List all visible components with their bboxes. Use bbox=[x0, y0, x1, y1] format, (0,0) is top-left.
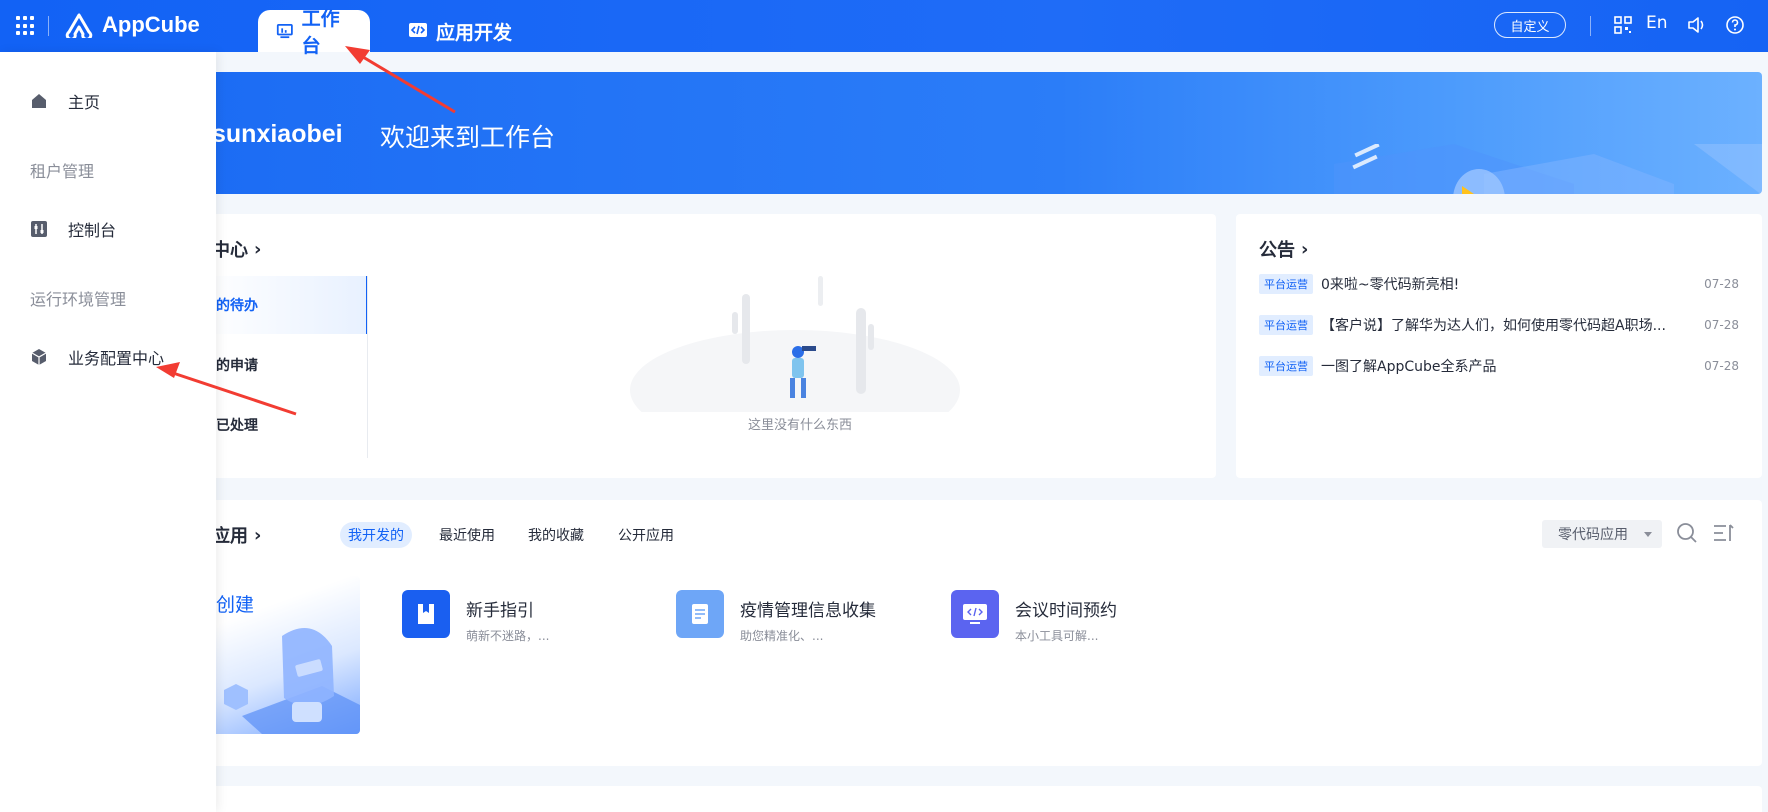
customize-button[interactable]: 自定义 bbox=[1494, 12, 1566, 38]
app-card[interactable]: 疫情管理信息收集 助您精准化、... bbox=[676, 590, 876, 644]
filter-favorites[interactable]: 我的收藏 bbox=[520, 522, 592, 548]
notice-tag: 平台运营 bbox=[1259, 356, 1313, 376]
notice-date: 07-28 bbox=[1704, 359, 1739, 373]
tab-label: 工作台 bbox=[301, 8, 340, 57]
filter-recent[interactable]: 最近使用 bbox=[431, 522, 503, 548]
app-description: 助您精准化、... bbox=[740, 629, 824, 643]
todo-tab-label: 的申请 bbox=[216, 358, 258, 374]
top-navigation-bar: AppCube 工作台 应用开发 自定义 En bbox=[0, 0, 1768, 57]
welcome-text: 欢迎来到工作台 bbox=[380, 123, 556, 152]
help-icon[interactable] bbox=[1724, 14, 1746, 36]
todo-tab-label: 的待办 bbox=[216, 298, 258, 314]
divider bbox=[48, 16, 49, 36]
notice-date: 07-28 bbox=[1704, 318, 1739, 332]
code-icon bbox=[409, 23, 427, 37]
notice-date: 07-28 bbox=[1704, 277, 1739, 291]
apps-title[interactable]: 应用 › bbox=[212, 522, 261, 548]
sidebar-group-tenant: 租户管理 bbox=[30, 162, 95, 181]
tab-app-development[interactable]: 应用开发 bbox=[390, 10, 530, 52]
app-cube-illustration bbox=[224, 628, 360, 734]
filter-my-developed[interactable]: 我开发的 bbox=[340, 522, 412, 548]
notice-title[interactable]: 公告 › bbox=[1259, 236, 1308, 262]
logo[interactable]: AppCube bbox=[64, 12, 200, 38]
divider bbox=[367, 276, 368, 458]
notice-item[interactable]: 平台运营 一图了解AppCube全系产品 07-28 bbox=[1259, 355, 1739, 377]
select-value: 零代码应用 bbox=[1558, 527, 1628, 543]
tab-workbench[interactable]: 工作台 bbox=[258, 8, 370, 57]
app-name: 新手指引 bbox=[466, 601, 534, 621]
tab-label: 应用开发 bbox=[436, 21, 513, 44]
chevron-right-icon: › bbox=[1301, 238, 1309, 260]
sidebar-item-label: 业务配置中心 bbox=[68, 349, 165, 368]
language-switch[interactable]: En bbox=[1646, 13, 1668, 33]
app-grid-icon[interactable] bbox=[16, 16, 36, 36]
sidebar-item-label: 主页 bbox=[68, 93, 101, 112]
notice-item-title: 一图了解AppCube全系产品 bbox=[1321, 359, 1497, 375]
app-type-select[interactable]: 零代码应用 bbox=[1542, 520, 1662, 548]
todo-center-title[interactable]: 中心 › bbox=[212, 236, 261, 262]
card-title-text: 中心 bbox=[212, 240, 248, 261]
app-name: 会议时间预约 bbox=[1015, 601, 1117, 621]
sound-icon[interactable] bbox=[1686, 14, 1708, 36]
qr-code-icon[interactable] bbox=[1612, 14, 1634, 36]
sidebar-item-business-config[interactable]: 业务配置中心 bbox=[0, 337, 216, 377]
notice-tag: 平台运营 bbox=[1259, 315, 1313, 335]
create-app-label: 创建 bbox=[216, 594, 255, 616]
sidebar-item-console[interactable]: 控制台 bbox=[0, 209, 216, 249]
banner-illustration bbox=[1334, 144, 1762, 194]
notice-item[interactable]: 平台运营 【客户说】了解华为达人们，如何使用零代码超A职场... 07-28 bbox=[1259, 314, 1739, 336]
username: sunxiaobei bbox=[212, 120, 343, 148]
dashboard-icon bbox=[276, 23, 293, 39]
app-description: 萌新不迷路，... bbox=[466, 629, 550, 643]
side-menu: 主页 租户管理 控制台 运行环境管理 业务配置中心 bbox=[0, 52, 216, 812]
form-app-icon bbox=[676, 590, 724, 638]
chevron-right-icon: › bbox=[254, 238, 262, 260]
divider bbox=[1590, 16, 1591, 36]
home-icon bbox=[32, 94, 46, 108]
empty-state-illustration bbox=[630, 276, 960, 412]
app-description: 本小工具可解... bbox=[1015, 629, 1099, 643]
notice-card bbox=[1236, 214, 1762, 478]
chevron-right-icon: › bbox=[254, 524, 262, 546]
todo-tab-processed[interactable]: 已处理 bbox=[202, 396, 368, 454]
card-title-text: 公告 bbox=[1259, 240, 1295, 261]
todo-tab-pending[interactable]: 的待办 bbox=[202, 276, 368, 334]
bottom-card bbox=[202, 786, 1762, 812]
cube-icon bbox=[31, 349, 47, 365]
notice-tag: 平台运营 bbox=[1259, 274, 1313, 294]
card-title-text: 应用 bbox=[212, 526, 248, 547]
app-card[interactable]: 会议时间预约 本小工具可解... bbox=[951, 590, 1117, 644]
console-icon bbox=[31, 221, 47, 237]
notice-item[interactable]: 平台运营 0来啦~零代码新亮相! 07-28 bbox=[1259, 273, 1739, 295]
todo-tab-requests[interactable]: 的申请 bbox=[202, 336, 368, 394]
app-card[interactable]: 新手指引 萌新不迷路，... bbox=[402, 590, 549, 644]
sort-icon[interactable] bbox=[1713, 522, 1735, 544]
guide-app-icon bbox=[402, 590, 450, 638]
filter-public[interactable]: 公开应用 bbox=[610, 522, 682, 548]
search-icon[interactable] bbox=[1676, 522, 1698, 544]
app-name: 疫情管理信息收集 bbox=[740, 601, 876, 621]
empty-state-text: 这里没有什么东西 bbox=[748, 418, 853, 433]
caret-down-icon bbox=[1644, 532, 1652, 537]
logo-text: AppCube bbox=[102, 12, 200, 37]
sidebar-group-runtime: 运行环境管理 bbox=[30, 290, 127, 309]
notice-item-title: 【客户说】了解华为达人们，如何使用零代码超A职场... bbox=[1321, 318, 1666, 334]
todo-tab-label: 已处理 bbox=[216, 418, 258, 434]
notice-item-title: 0来啦~零代码新亮相! bbox=[1321, 277, 1460, 293]
meeting-app-icon bbox=[951, 590, 999, 638]
sidebar-item-label: 控制台 bbox=[68, 221, 117, 240]
appcube-logo-icon bbox=[65, 13, 93, 38]
sidebar-item-home[interactable]: 主页 bbox=[0, 81, 216, 121]
